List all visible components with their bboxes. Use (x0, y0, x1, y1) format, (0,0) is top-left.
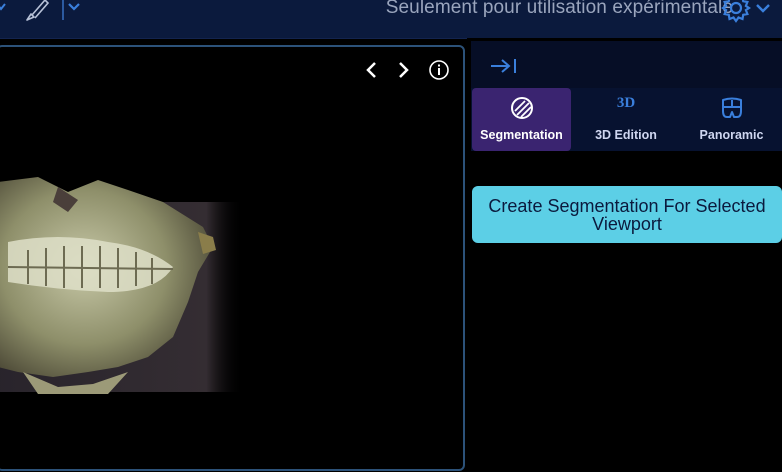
page-title: Seulement pour utilisation expérimentale (385, 0, 733, 18)
chevron-down-icon[interactable] (755, 2, 771, 14)
right-panel: Segmentation 3D 3D Edition Panoramic Cre… (467, 38, 782, 472)
info-icon[interactable] (428, 59, 450, 81)
chevron-left-icon[interactable] (365, 61, 379, 79)
create-segmentation-button[interactable]: Create Segmentation For Selected Viewpor… (472, 186, 782, 243)
dental-volume-image (0, 177, 243, 394)
panoramic-icon (721, 97, 742, 118)
settings-gear-icon[interactable] (720, 0, 752, 24)
tab-segmentation[interactable]: Segmentation (472, 88, 571, 151)
tab-panoramic[interactable]: Panoramic (681, 88, 782, 151)
tab-label: Panoramic (699, 128, 764, 142)
toolbar-divider (62, 0, 64, 20)
chevron-down-icon[interactable] (67, 1, 81, 13)
tab-bar: Segmentation 3D 3D Edition Panoramic (471, 88, 782, 151)
collapse-panel-icon[interactable] (489, 57, 519, 75)
tab-3d-edition[interactable]: 3D 3D Edition (576, 88, 676, 151)
panel-header (471, 41, 782, 89)
3d-edition-icon: 3D (616, 95, 636, 111)
segmentation-icon (510, 97, 533, 119)
top-bar: Seulement pour utilisation expérimentale (0, 0, 782, 39)
tab-label: Segmentation (480, 128, 563, 142)
chevron-down-icon[interactable] (0, 0, 6, 14)
viewport-3d[interactable] (0, 45, 465, 471)
chevron-right-icon[interactable] (396, 61, 410, 79)
tab-label: 3D Edition (595, 128, 657, 142)
brush-icon[interactable] (24, 0, 50, 22)
